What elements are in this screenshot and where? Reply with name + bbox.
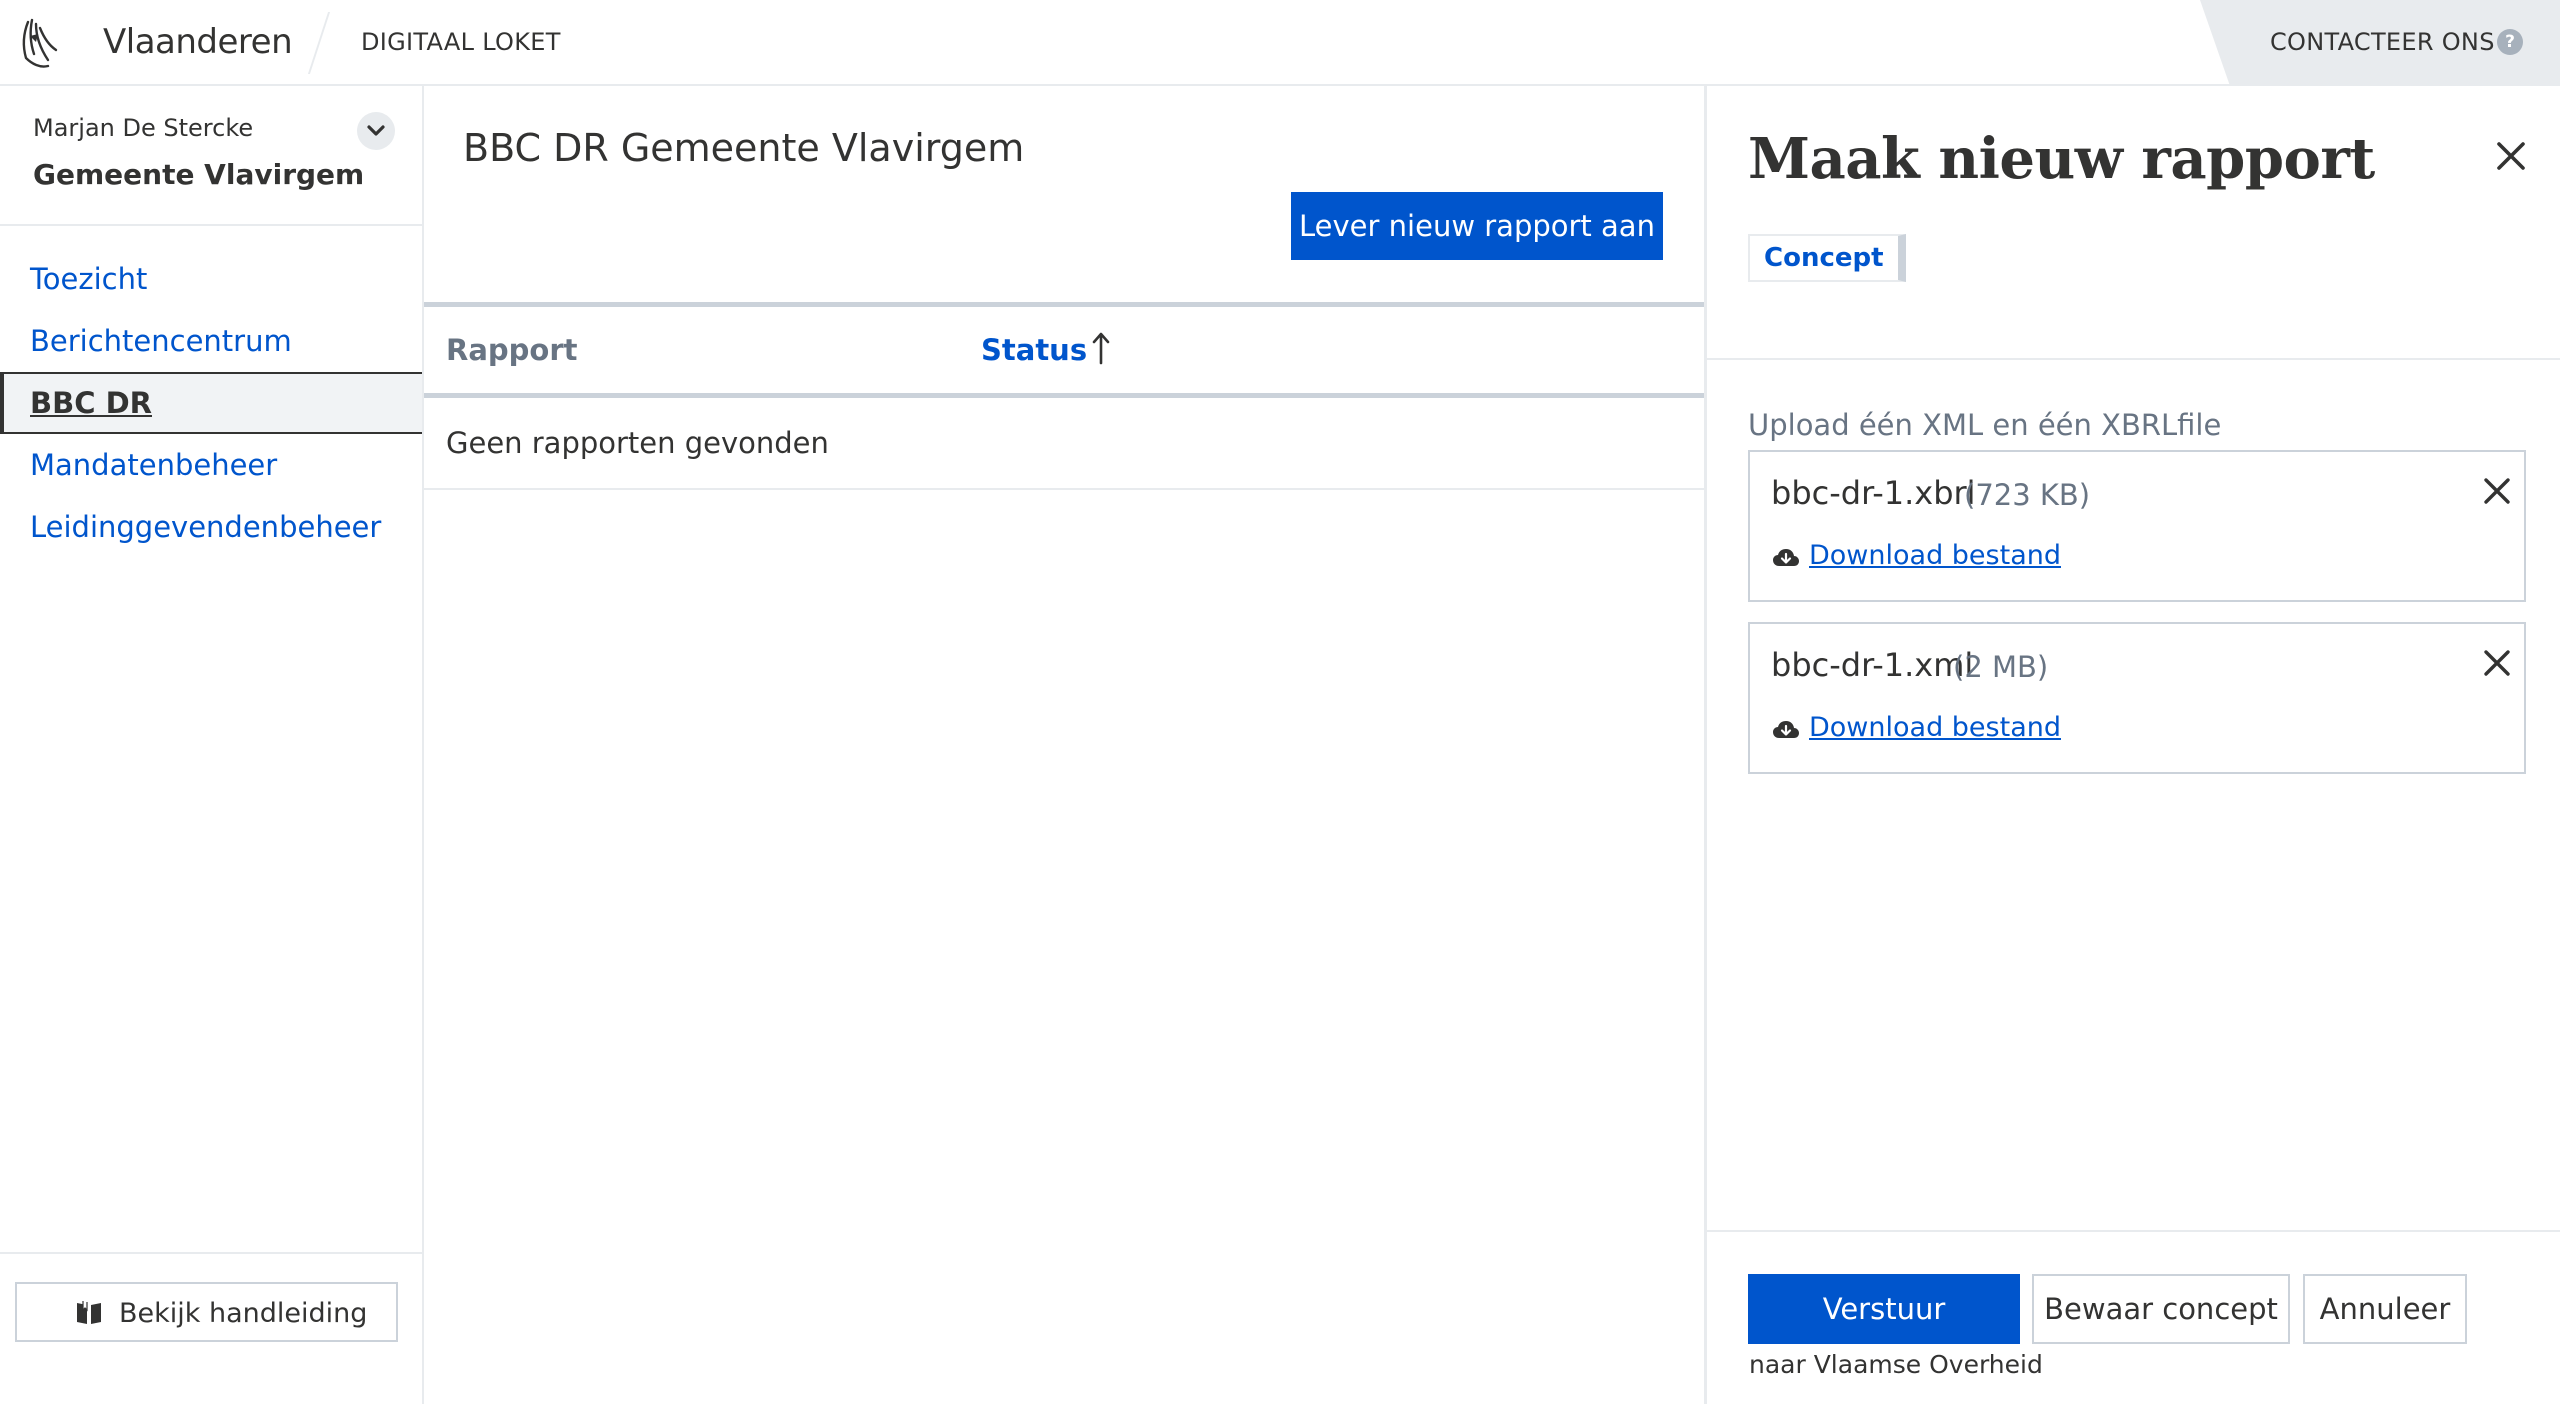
brand-name[interactable]: Vlaanderen bbox=[103, 22, 293, 62]
sidebar-item-label[interactable]: Berichtencentrum bbox=[30, 324, 292, 358]
file-card: bbc-dr-1.xbrl (723 KB) Download bestand bbox=[1748, 450, 2526, 602]
header-divider bbox=[307, 12, 331, 74]
close-icon[interactable] bbox=[2491, 136, 2531, 176]
sidebar-item-berichtencentrum[interactable]: Berichtencentrum bbox=[0, 310, 422, 372]
view-guide-button[interactable]: Bekijk handleiding bbox=[15, 1282, 398, 1342]
download-link[interactable]: Download bestand bbox=[1809, 540, 2061, 571]
close-icon[interactable] bbox=[2480, 474, 2514, 508]
new-report-panel: Maak nieuw rapport Concept Upload één XM… bbox=[1704, 86, 2560, 1404]
cloud-download-icon bbox=[1773, 721, 1799, 738]
cloud-download-icon bbox=[1773, 549, 1799, 566]
column-header-status[interactable]: Status bbox=[981, 333, 1087, 367]
page-title: BBC DR Gemeente Vlavirgem bbox=[463, 126, 1025, 170]
empty-message: Geen rapporten gevonden bbox=[446, 426, 829, 460]
sidebar-item-label[interactable]: Mandatenbeheer bbox=[30, 448, 277, 482]
organization-name: Gemeente Vlavirgem bbox=[33, 158, 365, 191]
table-row: Geen rapporten gevonden bbox=[424, 398, 1704, 490]
file-name: bbc-dr-1.xbrl bbox=[1771, 474, 1976, 512]
sidebar-footer: Bekijk handleiding bbox=[0, 1252, 422, 1404]
upload-label: Upload één XML en één XBRLfile bbox=[1748, 408, 2222, 442]
app-name[interactable]: DIGITAAL LOKET bbox=[361, 28, 561, 56]
close-icon[interactable] bbox=[2480, 646, 2514, 680]
panel-title: Maak nieuw rapport bbox=[1748, 126, 2375, 192]
send-sublabel: naar Vlaamse Overheid bbox=[1749, 1350, 2043, 1379]
sidebar-item-label[interactable]: Toezicht bbox=[30, 262, 147, 296]
download-link[interactable]: Download bestand bbox=[1809, 712, 2061, 743]
save-draft-button[interactable]: Bewaar concept bbox=[2032, 1274, 2290, 1344]
sidebar-item-label[interactable]: BBC DR bbox=[30, 386, 152, 420]
sidebar: Marjan De Stercke Gemeente Vlavirgem Toe… bbox=[0, 86, 424, 1404]
sidebar-item-bbc-dr[interactable]: BBC DR bbox=[0, 372, 422, 434]
new-report-button[interactable]: Lever nieuw rapport aan bbox=[1291, 192, 1663, 260]
lion-logo-icon[interactable] bbox=[18, 14, 60, 72]
file-name: bbc-dr-1.xml bbox=[1771, 646, 1974, 684]
file-card: bbc-dr-1.xml (2 MB) Download bestand bbox=[1748, 622, 2526, 774]
sort-arrow-up-icon[interactable] bbox=[1092, 331, 1110, 365]
cancel-button[interactable]: Annuleer bbox=[2303, 1274, 2467, 1344]
chevron-down-icon bbox=[367, 125, 385, 136]
column-header-rapport[interactable]: Rapport bbox=[446, 333, 578, 367]
file-size: (2 MB) bbox=[1953, 650, 2049, 684]
panel-footer-divider bbox=[1707, 1230, 2560, 1232]
sidebar-nav: Toezicht Berichtencentrum BBC DR Mandate… bbox=[0, 248, 422, 558]
sidebar-item-mandatenbeheer[interactable]: Mandatenbeheer bbox=[0, 434, 422, 496]
main-content: BBC DR Gemeente Vlavirgem Lever nieuw ra… bbox=[424, 86, 1704, 1404]
user-block: Marjan De Stercke Gemeente Vlavirgem bbox=[0, 86, 422, 226]
status-badge: Concept bbox=[1748, 234, 1906, 282]
top-header: Vlaanderen DIGITAAL LOKET CONTACTEER ONS… bbox=[0, 0, 2560, 86]
table-header: Rapport Status bbox=[424, 302, 1704, 398]
status-badge-label: Concept bbox=[1764, 243, 1884, 273]
view-guide-label[interactable]: Bekijk handleiding bbox=[119, 1298, 367, 1329]
help-icon[interactable]: ? bbox=[2497, 29, 2523, 55]
sidebar-item-leidinggevendenbeheer[interactable]: Leidinggevendenbeheer bbox=[0, 496, 422, 558]
contact-label[interactable]: CONTACTEER ONS bbox=[2270, 28, 2495, 56]
sidebar-item-label[interactable]: Leidinggevendenbeheer bbox=[30, 510, 381, 544]
sidebar-item-toezicht[interactable]: Toezicht bbox=[0, 248, 422, 310]
book-icon bbox=[77, 1301, 101, 1324]
send-button[interactable]: Verstuur bbox=[1748, 1274, 2020, 1344]
file-size: (723 KB) bbox=[1964, 478, 2091, 512]
panel-divider bbox=[1707, 358, 2560, 360]
user-name: Marjan De Stercke bbox=[33, 114, 254, 142]
user-menu-toggle[interactable] bbox=[357, 112, 395, 150]
